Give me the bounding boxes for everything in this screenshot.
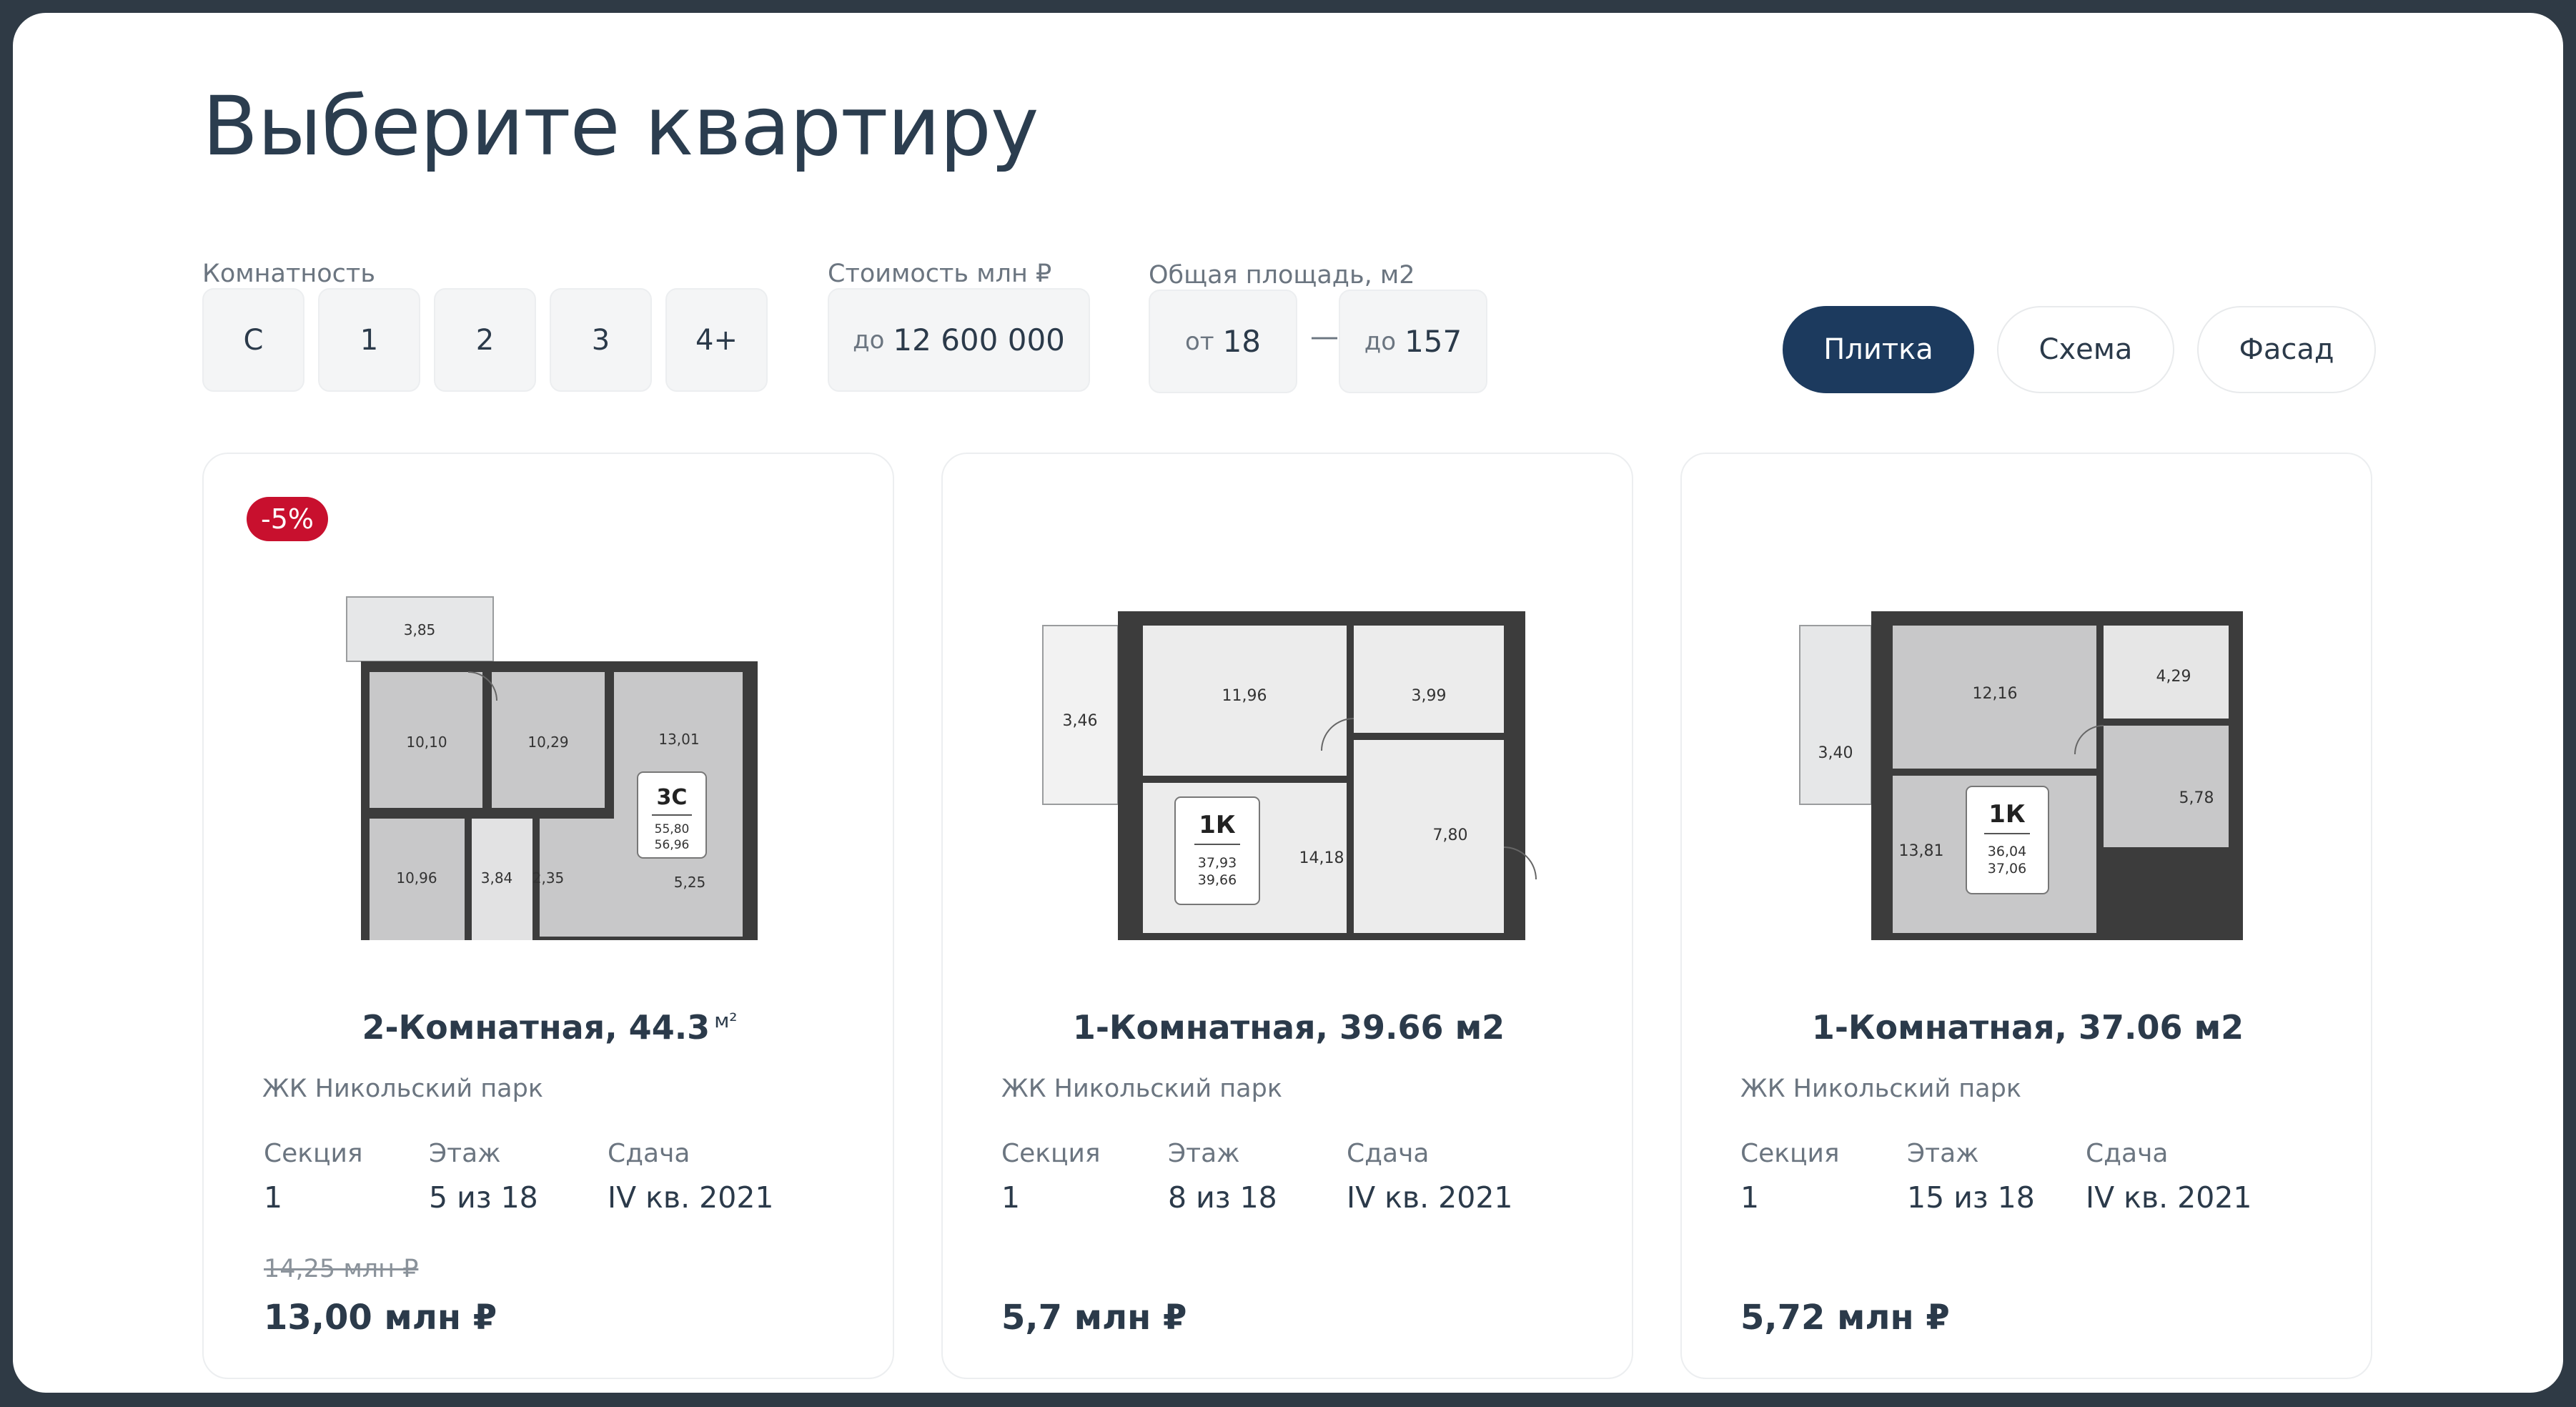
price: 5,7 млн ₽: [1001, 1298, 1187, 1338]
rooms-filter-label: Комнатность: [202, 260, 375, 288]
delivery-label: Сдача: [608, 1139, 690, 1168]
plan-room-area: 13,01: [658, 731, 699, 748]
plan-room-area: 3,84: [481, 869, 513, 887]
plan-room-area: 2,35: [532, 869, 565, 887]
view-scheme-button[interactable]: Схема: [1997, 306, 2174, 393]
delivery-label: Сдача: [1347, 1139, 1430, 1168]
rooms-option-3[interactable]: 3: [550, 288, 652, 392]
floor-value: 8 из 18: [1168, 1180, 1277, 1215]
delivery-value: IV кв. 2021: [608, 1180, 774, 1215]
plan-room-area: 12,16: [1973, 685, 2018, 703]
plan-room-area: 14,18: [1299, 849, 1344, 867]
floor-plan-image: 3,40 12,16 4,29 13,81 5,78 1К 36,04 37,0…: [1768, 540, 2288, 947]
plan-room-area: 3,85: [404, 621, 436, 638]
residential-complex-name: ЖК Никольский парк: [1740, 1075, 2021, 1103]
floor-label: Этаж: [1168, 1139, 1240, 1168]
price-max-value: 12 600 000: [893, 322, 1065, 357]
residential-complex-name: ЖК Никольский парк: [1001, 1075, 1282, 1103]
plan-room-area: 3,99: [1412, 687, 1447, 705]
delivery-value: IV кв. 2021: [1347, 1180, 1513, 1215]
plan-room-area: 10,10: [406, 734, 447, 751]
plan-room-area: 11,96: [1222, 687, 1267, 705]
plan-total-area: 37,06: [1988, 861, 2026, 877]
price-max-input[interactable]: до 12 600 000: [828, 288, 1090, 392]
apartment-title: 1-Комнатная, 37.06 м2: [1811, 1008, 2244, 1047]
plan-living-area: 55,80: [655, 822, 690, 836]
apartment-title: 1-Комнатная, 39.66 м2: [1072, 1008, 1505, 1047]
area-to-value: 157: [1405, 324, 1462, 359]
section-label: Секция: [264, 1139, 363, 1168]
floor-plan-image: 3,46 11,96 3,99 14,18 7,80 1К 37,93 39,6…: [1029, 540, 1549, 947]
area-range-separator: —: [1310, 320, 1339, 353]
plan-room-area: 10,29: [527, 734, 568, 751]
plan-total-area: 39,66: [1198, 872, 1237, 888]
apartment-card[interactable]: -5% 3,85 10,10 10,29 13,01 10,96 3,84 2,…: [202, 453, 894, 1379]
rooms-option-2[interactable]: 2: [434, 288, 536, 392]
plan-room-area: 3,46: [1063, 712, 1098, 730]
residential-complex-name: ЖК Никольский парк: [262, 1075, 543, 1103]
apartment-card[interactable]: 3,40 12,16 4,29 13,81 5,78 1К 36,04 37,0…: [1680, 453, 2372, 1379]
area-max-input[interactable]: до 157: [1339, 290, 1487, 393]
discount-badge: -5%: [247, 497, 328, 541]
area-min-input[interactable]: от 18: [1149, 290, 1297, 393]
plan-living-area: 37,93: [1198, 855, 1237, 871]
section-value: 1: [1001, 1180, 1021, 1215]
plan-room-area: 5,25: [674, 874, 706, 891]
plan-room-area: 4,29: [2156, 668, 2191, 686]
area-from-prefix: от: [1184, 327, 1214, 356]
floor-label: Этаж: [429, 1139, 501, 1168]
section-label: Секция: [1001, 1139, 1101, 1168]
plan-type-badge: 1К: [1199, 811, 1236, 839]
floor-plan-image: 3,85 10,10 10,29 13,01 10,96 3,84 2,35 5…: [289, 540, 810, 962]
price-prefix: до: [853, 325, 885, 355]
plan-room-area: 13,81: [1899, 842, 1944, 860]
section-label: Секция: [1740, 1139, 1840, 1168]
plan-type-badge: 1К: [1988, 800, 2026, 829]
rooms-option-1[interactable]: 1: [318, 288, 420, 392]
price-filter-label: Стоимость млн ₽: [828, 260, 1052, 288]
price: 13,00 млн ₽: [264, 1298, 497, 1338]
section-value: 1: [264, 1180, 283, 1215]
delivery-label: Сдача: [2086, 1139, 2169, 1168]
plan-room-area: 7,80: [1433, 826, 1468, 844]
old-price: 14,25 млн ₽: [264, 1255, 419, 1283]
view-tile-button[interactable]: Плитка: [1783, 306, 1974, 393]
page-title: Выберите квартиру: [202, 79, 1039, 174]
plan-type-badge: 3С: [657, 785, 688, 810]
area-filter-label: Общая площадь, м2: [1149, 261, 1415, 290]
plan-room-area: 10,96: [396, 869, 437, 887]
apartment-card[interactable]: 3,46 11,96 3,99 14,18 7,80 1К 37,93 39,6…: [941, 453, 1633, 1379]
plan-room-area: 5,78: [2179, 789, 2214, 807]
floor-value: 15 из 18: [1907, 1180, 2035, 1215]
rooms-option-4plus[interactable]: 4+: [665, 288, 768, 392]
view-facade-button[interactable]: Фасад: [2197, 306, 2376, 393]
plan-total-area: 56,96: [655, 838, 690, 852]
delivery-value: IV кв. 2021: [2086, 1180, 2252, 1215]
plan-room-area: 3,40: [1818, 744, 1853, 762]
floor-value: 5 из 18: [429, 1180, 538, 1215]
rooms-option-studio[interactable]: С: [202, 288, 304, 392]
price: 5,72 млн ₽: [1740, 1298, 1950, 1338]
plan-living-area: 36,04: [1988, 844, 2026, 859]
floor-label: Этаж: [1907, 1139, 1979, 1168]
area-from-value: 18: [1222, 324, 1262, 359]
section-value: 1: [1740, 1180, 1760, 1215]
area-to-prefix: до: [1364, 327, 1397, 356]
app-frame: Выберите квартиру Комнатность С 1 2 3 4+…: [13, 13, 2563, 1393]
apartment-title: 2-Комнатная, 44.3 м²: [362, 1008, 738, 1047]
